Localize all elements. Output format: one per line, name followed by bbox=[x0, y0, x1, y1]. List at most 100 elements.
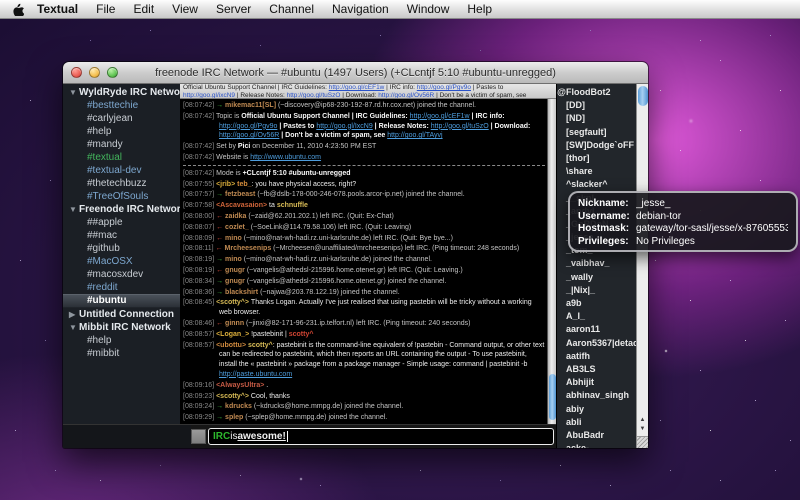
user-mode-badge bbox=[557, 165, 566, 178]
text-segment: ← bbox=[216, 224, 225, 231]
user-list-item[interactable]: @FloodBot2 bbox=[557, 86, 636, 99]
sidebar-channel-carlyjean[interactable]: #carlyjean bbox=[63, 112, 180, 125]
link[interactable]: http://goo.gl/tuSzO bbox=[431, 123, 489, 130]
user-list-item[interactable]: abhinav_singh bbox=[557, 389, 636, 402]
user-list-item[interactable]: ^slacker^ bbox=[557, 178, 636, 191]
sidebar-channel-help[interactable]: #help bbox=[63, 125, 180, 138]
text-segment: → bbox=[216, 256, 225, 263]
menu-item-edit[interactable]: Edit bbox=[124, 0, 163, 19]
disclosure-triangle-icon[interactable]: ▼ bbox=[69, 86, 79, 99]
timestamp: [08:07:57] bbox=[183, 191, 216, 198]
sidebar-channel-ubuntu[interactable]: #ubuntu bbox=[63, 294, 180, 308]
user-list-item[interactable]: [SW]Dodge`oFF bbox=[557, 139, 636, 152]
menu-item-server[interactable]: Server bbox=[207, 0, 260, 19]
sidebar-channel-mac[interactable]: ##mac bbox=[63, 229, 180, 242]
menu-item-file[interactable]: File bbox=[87, 0, 124, 19]
link[interactable]: http://paste.ubuntu.com bbox=[219, 371, 292, 378]
close-button[interactable] bbox=[71, 67, 82, 78]
link[interactable]: http://goo.gl/ixcN9 bbox=[183, 92, 235, 99]
link[interactable]: http://goo.gl/cEF1w bbox=[329, 84, 385, 91]
sidebar-channel-apple[interactable]: ##apple bbox=[63, 216, 180, 229]
user-mode-badge bbox=[557, 297, 566, 310]
link[interactable]: http://goo.gl/TAyvj bbox=[387, 132, 442, 139]
user-list-item[interactable]: A_I_ bbox=[557, 310, 636, 323]
user-list-item[interactable]: abiy bbox=[557, 403, 636, 416]
menu-item-textual[interactable]: Textual bbox=[28, 0, 87, 19]
user-list-scrollbar[interactable]: ▲ ▼ bbox=[636, 84, 648, 448]
text-segment: gnugr bbox=[225, 278, 247, 285]
chat-scrollbar-thumb[interactable] bbox=[549, 374, 556, 420]
link[interactable]: http://goo.gl/IxcN9 bbox=[316, 123, 372, 130]
user-list-item[interactable]: _wally bbox=[557, 271, 636, 284]
disclosure-triangle-icon[interactable]: ▶ bbox=[69, 308, 79, 321]
zoom-button[interactable] bbox=[107, 67, 118, 78]
link[interactable]: http://goo.gl/Ov56R bbox=[219, 132, 279, 139]
user-list-scrollbar-thumb[interactable] bbox=[638, 86, 648, 106]
tooltip-label: Username: bbox=[578, 211, 636, 224]
user-list-item[interactable]: aaron11 bbox=[557, 323, 636, 336]
text-segment: → bbox=[216, 403, 225, 410]
user-list-item[interactable]: [segfault] bbox=[557, 126, 636, 139]
network-group-mibbit-irc-network[interactable]: ▼Mibbit IRC Network bbox=[63, 321, 180, 334]
sidebar-channel-mibbit[interactable]: #mibbit bbox=[63, 347, 180, 360]
sidebar-channel-besttechie[interactable]: #besttechie bbox=[63, 99, 180, 112]
link[interactable]: http://goo.gl/Pgv9o bbox=[417, 84, 471, 91]
sidebar-channel-textual-dev[interactable]: #textual-dev bbox=[63, 164, 180, 177]
text-segment: ← bbox=[216, 267, 225, 274]
text-segment: (~najwa@203.78.122.19) joined the channe… bbox=[260, 289, 400, 296]
sidebar-channel-macosxdev[interactable]: #macosxdev bbox=[63, 268, 180, 281]
disclosure-triangle-icon[interactable]: ▼ bbox=[69, 203, 79, 216]
user-nickname: [SW]Dodge`oFF bbox=[566, 139, 636, 152]
network-group-untitled-connection[interactable]: ▶Untitled Connection bbox=[63, 308, 180, 321]
sidebar-channel-textual[interactable]: #textual bbox=[63, 151, 180, 164]
sidebar-channel-TreeOfSouls[interactable]: #TreeOfSouls bbox=[63, 190, 180, 203]
user-list-item[interactable]: aatifh bbox=[557, 350, 636, 363]
scroll-up-arrow-icon[interactable]: ▲ bbox=[640, 417, 646, 423]
link[interactable]: http://goo.gl/Pgv9o bbox=[219, 123, 277, 130]
link[interactable]: http://goo.gl/cEF1w bbox=[410, 113, 470, 120]
user-list-item[interactable]: a9b bbox=[557, 297, 636, 310]
link[interactable]: http://www.ubuntu.com bbox=[250, 154, 321, 161]
minimize-button[interactable] bbox=[89, 67, 100, 78]
sidebar-channel-MacOSX[interactable]: #MacOSX bbox=[63, 255, 180, 268]
user-list-item[interactable]: [thor] bbox=[557, 152, 636, 165]
user-list-item[interactable]: AB3LS bbox=[557, 363, 636, 376]
text-segment: | Pastes to bbox=[471, 84, 503, 91]
scroll-down-arrow-icon[interactable]: ▼ bbox=[640, 426, 646, 432]
chat-scrollbar[interactable] bbox=[547, 99, 556, 424]
user-mode-badge bbox=[557, 337, 566, 350]
sidebar-channel-mandy[interactable]: #mandy bbox=[63, 138, 180, 151]
link[interactable]: http://goo.gl/tuSzO bbox=[287, 92, 341, 99]
user-list-item[interactable]: _vaibhav_ bbox=[557, 257, 636, 270]
sidebar-channel-github[interactable]: #github bbox=[63, 242, 180, 255]
sidebar-channel-thetechbuzz[interactable]: #thetechbuzz bbox=[63, 177, 180, 190]
user-list-item[interactable]: [DD] bbox=[557, 99, 636, 112]
window-resize-grip[interactable] bbox=[637, 436, 648, 448]
timestamp: [08:07:42] bbox=[183, 113, 216, 120]
user-list-item[interactable]: acke- bbox=[557, 442, 636, 448]
menu-item-channel[interactable]: Channel bbox=[260, 0, 323, 19]
link[interactable]: http://goo.gl/Ov56R bbox=[378, 92, 434, 99]
user-list-item[interactable]: _|Nix|_ bbox=[557, 284, 636, 297]
user-list-item[interactable]: abli bbox=[557, 416, 636, 429]
user-list-item[interactable]: Abhijit bbox=[557, 376, 636, 389]
menu-item-navigation[interactable]: Navigation bbox=[323, 0, 398, 19]
menu-item-help[interactable]: Help bbox=[458, 0, 501, 19]
window-titlebar[interactable]: freenode IRC Network — #ubuntu (1497 Use… bbox=[63, 62, 648, 84]
sidebar-channel-help[interactable]: #help bbox=[63, 334, 180, 347]
text-segment: (~splep@home.mmpg.de) joined the channel… bbox=[245, 414, 387, 421]
menu-item-window[interactable]: Window bbox=[398, 0, 459, 19]
user-list-item[interactable]: Aaron5367|detach bbox=[557, 337, 636, 350]
network-group-freenode-irc-network[interactable]: ▼Freenode IRC Network bbox=[63, 203, 180, 216]
disclosure-triangle-icon[interactable]: ▼ bbox=[69, 321, 79, 334]
message-input[interactable]: IRC is awesome! bbox=[208, 428, 554, 445]
menu-item-view[interactable]: View bbox=[163, 0, 207, 19]
user-list-item[interactable]: [ND] bbox=[557, 112, 636, 125]
apple-menu[interactable] bbox=[6, 3, 28, 16]
sidebar-channel-reddit[interactable]: #reddit bbox=[63, 281, 180, 294]
chat-message: [08:08:34] → gnugr (~vangelis@athedsl-21… bbox=[183, 277, 545, 287]
user-list-item[interactable]: \share bbox=[557, 165, 636, 178]
network-group-wyldryde-irc-network[interactable]: ▼WyldRyde IRC Network bbox=[63, 86, 180, 99]
sidebar-resize-handle[interactable] bbox=[191, 429, 206, 444]
user-list-item[interactable]: AbuBadr bbox=[557, 429, 636, 442]
